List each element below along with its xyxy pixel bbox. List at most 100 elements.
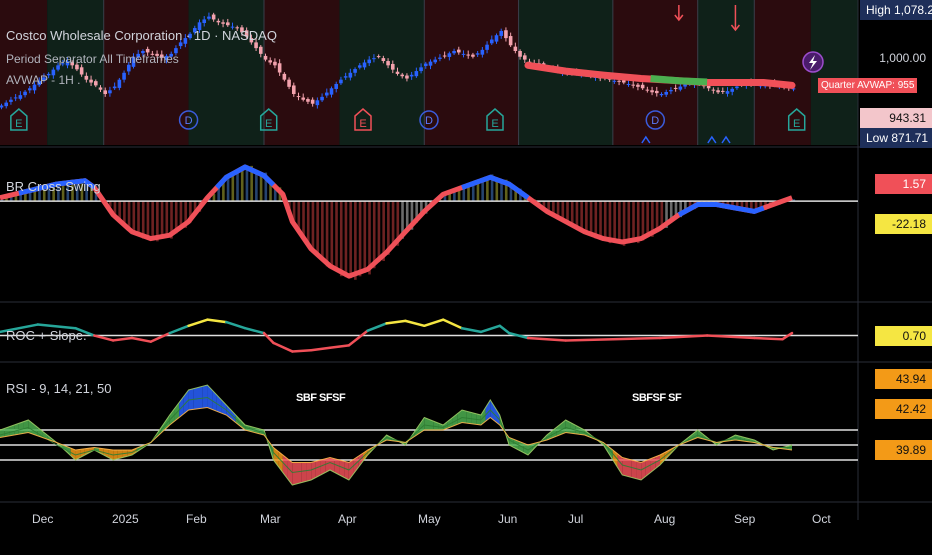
- price-candle-body: [301, 98, 305, 100]
- price-candle-body: [372, 58, 376, 59]
- chart-canvas[interactable]: EDEEDEDE: [0, 0, 932, 550]
- br-histogram-bar: [590, 201, 593, 233]
- price-candle-body: [382, 58, 386, 61]
- price-candle-body: [320, 97, 324, 100]
- price-candle-body: [664, 92, 668, 95]
- price-candle-body: [113, 87, 117, 89]
- br-histogram-bar: [618, 201, 621, 241]
- price-candle-body: [490, 40, 494, 44]
- price-candle-body: [396, 72, 400, 74]
- br-cross-swing-title: BR Cross Swing: [6, 179, 101, 194]
- br-histogram-bar: [359, 201, 362, 276]
- dividend-marker-label: D: [185, 115, 193, 127]
- br-histogram-bar: [133, 201, 136, 233]
- x-tick-label: Apr: [338, 512, 357, 526]
- price-candle-body: [292, 85, 296, 94]
- price-candle-body: [254, 42, 258, 48]
- price-candle-body: [641, 85, 645, 88]
- high-tag: High 1,078.23: [860, 0, 932, 20]
- indicator-period-separator: Period Separator All Timeframes: [6, 52, 179, 66]
- chart-root: EDEEDEDE Costco Wholesale Corporation · …: [0, 0, 932, 550]
- br-histogram-bar: [321, 201, 324, 258]
- x-tick-label: Jul: [568, 512, 583, 526]
- price-candle-body: [103, 90, 107, 94]
- br-histogram-bar: [585, 201, 588, 233]
- price-candle-body: [448, 53, 452, 57]
- quarter-avwap-label: Quarter AVWAP: 955: [818, 78, 917, 93]
- rsi-fill-segment: [292, 463, 297, 486]
- rsi-fill-segment: [297, 463, 302, 484]
- price-candle-body: [499, 31, 503, 36]
- rsi-fill-segment: [462, 410, 467, 423]
- x-tick-label: Feb: [186, 512, 207, 526]
- br-histogram-bar: [307, 201, 310, 242]
- br-histogram-bar: [467, 187, 470, 201]
- br-histogram-bar: [354, 201, 357, 280]
- roc-line-segment: [613, 338, 660, 339]
- price-candle-body: [330, 88, 334, 94]
- price-candle-body: [202, 19, 206, 23]
- br-histogram-bar: [632, 201, 635, 240]
- price-candle-body: [509, 36, 513, 45]
- price-candle-body: [259, 47, 263, 54]
- price-candle-body: [23, 92, 27, 95]
- period-band: [424, 0, 518, 145]
- price-candle-body: [622, 80, 626, 82]
- price-candle-body: [462, 54, 466, 55]
- price-candle-body: [334, 84, 338, 89]
- price-candle-body: [122, 73, 126, 80]
- br-histogram-bar: [486, 178, 489, 201]
- price-candle-body: [118, 80, 122, 88]
- period-band: [264, 0, 339, 145]
- br-histogram-bar: [147, 201, 150, 239]
- br-histogram-bar: [368, 201, 371, 274]
- x-tick-label: 2025: [112, 512, 139, 526]
- x-tick-label: Aug: [654, 512, 675, 526]
- price-candle-body: [712, 90, 716, 91]
- price-candle-body: [636, 85, 640, 87]
- price-candle-body: [405, 76, 409, 79]
- price-candle-body: [424, 64, 428, 66]
- price-candle-body: [457, 50, 461, 53]
- br-histogram-bar: [316, 201, 319, 256]
- br-histogram-bar: [232, 173, 235, 201]
- price-candle-body: [94, 81, 98, 85]
- price-candle-body: [627, 84, 631, 85]
- price-candle-body: [452, 51, 456, 53]
- price-candle-body: [391, 64, 395, 70]
- br-histogram-bar: [496, 180, 499, 202]
- rsi-fill-segment: [632, 460, 637, 479]
- price-candle-body: [443, 56, 447, 57]
- price-candle-body: [646, 90, 650, 91]
- br-value-1-tag: 1.57: [875, 174, 932, 194]
- br-histogram-bar: [562, 201, 565, 218]
- price-candle-body: [283, 74, 287, 80]
- period-band: [754, 0, 811, 145]
- rsi-fill-segment: [306, 463, 311, 482]
- roc-line-segment: [292, 350, 311, 351]
- price-candle-body: [268, 60, 272, 62]
- br-histogram-bar: [345, 201, 348, 277]
- earnings-marker-label: E: [491, 118, 498, 130]
- roc-slope-title: ROC + Slope.: [6, 328, 87, 343]
- price-candle-body: [504, 30, 508, 38]
- br-histogram-bar: [335, 201, 338, 270]
- price-candle-body: [349, 73, 353, 78]
- x-tick-label: Jun: [498, 512, 517, 526]
- br-histogram-bar: [453, 192, 456, 201]
- price-candle-body: [683, 85, 687, 87]
- br-histogram-bar: [745, 201, 748, 208]
- price-candle-body: [85, 76, 89, 80]
- price-candle-body: [353, 69, 357, 73]
- br-histogram-bar: [161, 201, 164, 239]
- price-candle-body: [311, 100, 315, 104]
- x-tick-label: Oct: [812, 512, 831, 526]
- br-histogram-bar: [227, 178, 230, 201]
- br-histogram-bar: [604, 201, 607, 239]
- price-candle-body: [419, 67, 423, 71]
- price-candle-body: [518, 51, 522, 57]
- price-candle-body: [631, 85, 635, 86]
- price-candle-body: [14, 97, 18, 98]
- earnings-marker-label: E: [265, 118, 272, 130]
- price-candle-body: [367, 60, 371, 64]
